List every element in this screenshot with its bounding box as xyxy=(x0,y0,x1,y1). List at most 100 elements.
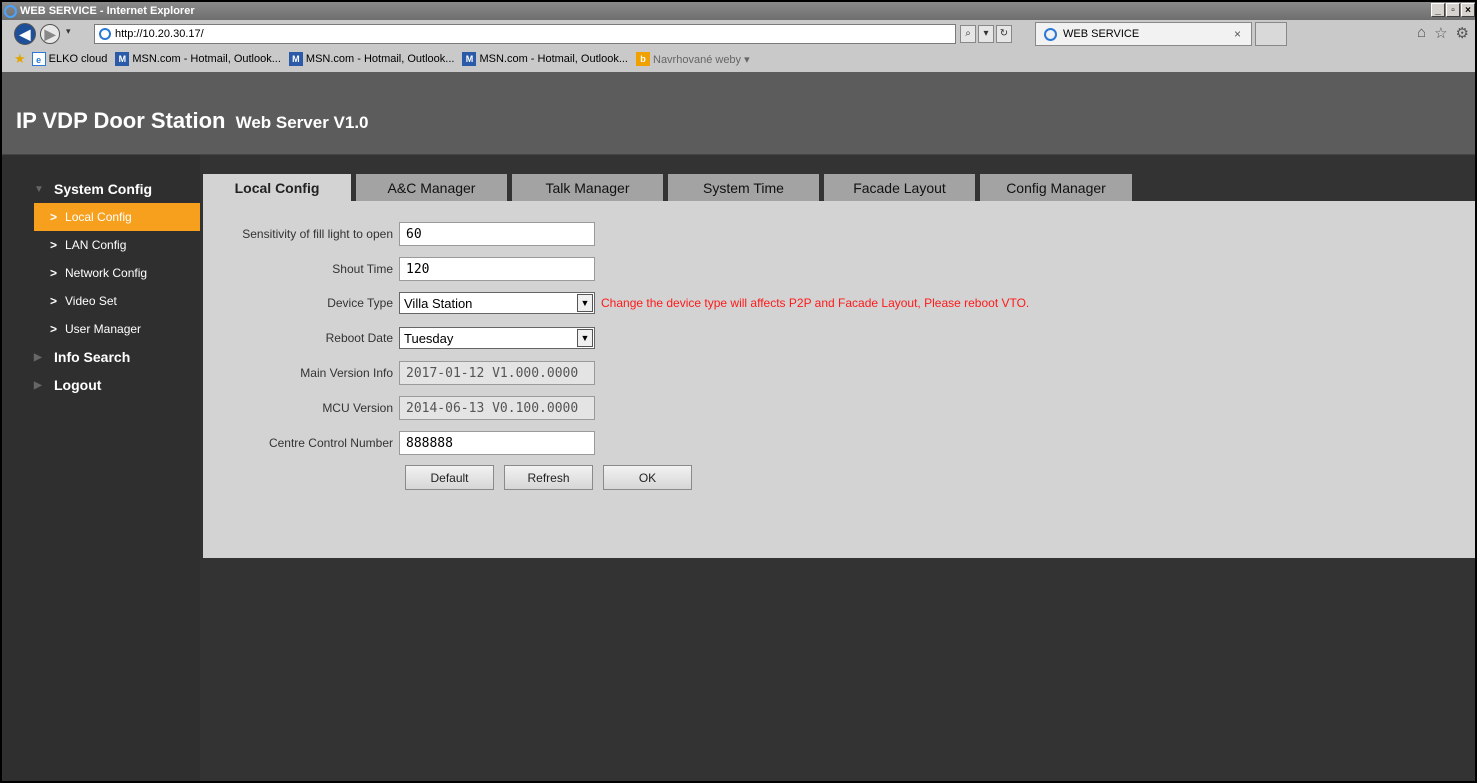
tab-local-config[interactable]: Local Config xyxy=(203,174,351,201)
window-titlebar: WEB SERVICE - Internet Explorer _ ▫ × xyxy=(2,2,1475,20)
msn-icon: M xyxy=(288,52,303,66)
menu-info-search[interactable]: ▶ Info Search xyxy=(2,343,200,371)
sidebar-item-label: LAN Config xyxy=(65,238,127,252)
search-icon[interactable]: ⌕ xyxy=(960,25,976,43)
expanded-triangle-icon: ▼ xyxy=(34,183,44,195)
bing-icon: b xyxy=(636,52,650,66)
tab-talk-manager[interactable]: Talk Manager xyxy=(512,174,663,201)
favorite-msn-2[interactable]: M MSN.com - Hotmail, Outlook... xyxy=(288,52,455,66)
row-mcu-version: MCU Version 2014-06-13 V0.100.0000 xyxy=(203,396,595,420)
menu-logout[interactable]: ▶ Logout xyxy=(2,371,200,399)
reboot-date-label: Reboot Date xyxy=(325,331,393,345)
home-icon[interactable]: ⌂ xyxy=(1417,24,1426,42)
menu-label: Info Search xyxy=(54,349,131,365)
browser-window: WEB SERVICE - Internet Explorer _ ▫ × ◀ … xyxy=(0,0,1477,783)
chevron-right-icon: > xyxy=(50,210,58,224)
favorite-label: Navrhované weby ▾ xyxy=(653,53,750,66)
favorite-label: MSN.com - Hotmail, Outlook... xyxy=(132,53,281,65)
sidebar-item-video-set[interactable]: > Video Set xyxy=(34,287,200,315)
app-title: IP VDP Door Station Web Server V1.0 xyxy=(16,108,369,134)
device-type-select[interactable]: Villa Station ▼ xyxy=(399,292,595,314)
row-shout-time: Shout Time 120 xyxy=(203,257,595,281)
tab-config-manager[interactable]: Config Manager xyxy=(980,174,1132,201)
favorites-bar: ★ e ELKO cloud M MSN.com - Hotmail, Outl… xyxy=(2,48,1475,70)
tab-system-time[interactable]: System Time xyxy=(668,174,819,201)
app-subtitle: Web Server V1.0 xyxy=(235,113,369,132)
collapsed-triangle-icon: ▶ xyxy=(34,351,42,363)
form-buttons: Default Refresh OK xyxy=(405,465,692,490)
tab-ac-manager[interactable]: A&C Manager xyxy=(356,174,507,201)
chevron-down-icon[interactable]: ▼ xyxy=(577,329,593,347)
default-button[interactable]: Default xyxy=(405,465,494,490)
close-window-button[interactable]: × xyxy=(1461,3,1475,17)
chevron-right-icon: > xyxy=(50,322,58,336)
sidebar-item-label: Network Config xyxy=(65,266,148,280)
collapsed-triangle-icon: ▶ xyxy=(34,379,42,391)
row-main-version: Main Version Info 2017-01-12 V1.000.0000 xyxy=(203,361,595,385)
new-tab-button[interactable] xyxy=(1255,22,1287,46)
main-version-label: Main Version Info xyxy=(300,366,393,380)
menu-system-config[interactable]: ▼ System Config xyxy=(2,175,200,203)
browser-toolbar: ◀ ▶ ▾ http://10.20.30.17/ ⌕ ▾ ↻ WEB SERV… xyxy=(2,20,1475,72)
sensitivity-label: Sensitivity of fill light to open xyxy=(242,227,393,241)
favorite-label: ELKO cloud xyxy=(48,53,108,65)
reboot-date-value: Tuesday xyxy=(404,330,454,346)
forward-button[interactable]: ▶ xyxy=(40,24,60,44)
mcu-version-field: 2014-06-13 V0.100.0000 xyxy=(399,396,595,420)
centre-number-input[interactable]: 888888 xyxy=(399,431,595,455)
ie-logo-icon xyxy=(4,4,17,18)
tab-ie-icon xyxy=(1044,27,1057,41)
address-dropdown-icon[interactable]: ▾ xyxy=(978,25,994,43)
main-version-field: 2017-01-12 V1.000.0000 xyxy=(399,361,595,385)
app-header: IP VDP Door Station Web Server V1.0 xyxy=(2,72,1475,155)
favorite-msn-1[interactable]: M MSN.com - Hotmail, Outlook... xyxy=(115,52,281,66)
settings-gear-icon[interactable]: ⚙ xyxy=(1456,24,1469,42)
favorite-label: MSN.com - Hotmail, Outlook... xyxy=(305,53,455,65)
tab-close-icon[interactable]: × xyxy=(1234,27,1241,41)
maximize-button[interactable]: ▫ xyxy=(1446,3,1460,17)
sidebar-item-lan-config[interactable]: > LAN Config xyxy=(34,231,200,259)
page-ie-icon xyxy=(99,28,111,40)
device-type-warning: Change the device type will affects P2P … xyxy=(601,296,1030,310)
row-centre-number: Centre Control Number 888888 xyxy=(203,431,595,455)
row-reboot-date: Reboot Date Tuesday ▼ xyxy=(203,327,595,349)
minimize-button[interactable]: _ xyxy=(1431,3,1445,17)
sidebar-item-user-manager[interactable]: > User Manager xyxy=(34,315,200,343)
url-text[interactable]: http://10.20.30.17/ xyxy=(115,28,204,40)
favorite-label: MSN.com - Hotmail, Outlook... xyxy=(479,53,628,65)
sensitivity-input[interactable]: 60 xyxy=(399,222,595,246)
sidebar-item-network-config[interactable]: > Network Config xyxy=(34,259,200,287)
favorite-msn-3[interactable]: M MSN.com - Hotmail, Outlook... xyxy=(462,52,628,66)
chevron-right-icon: > xyxy=(50,238,58,252)
address-bar[interactable]: http://10.20.30.17/ xyxy=(94,24,956,44)
shout-time-label: Shout Time xyxy=(332,262,393,276)
sidebar-item-label: Local Config xyxy=(65,210,132,224)
back-button[interactable]: ◀ xyxy=(14,23,36,45)
favorites-star-icon[interactable]: ★ xyxy=(14,51,26,67)
sidebar-item-local-config[interactable]: > Local Config xyxy=(34,203,200,231)
device-type-value: Villa Station xyxy=(404,295,473,311)
sidebar: ▼ System Config > Local Config > LAN Con… xyxy=(2,155,200,781)
msn-icon: M xyxy=(462,52,477,66)
sidebar-item-label: Video Set xyxy=(65,294,117,308)
chevron-right-icon: > xyxy=(50,294,58,308)
msn-icon: M xyxy=(115,52,130,66)
favorite-elko-cloud[interactable]: e ELKO cloud xyxy=(31,52,108,66)
ok-button[interactable]: OK xyxy=(603,465,692,490)
chevron-down-icon[interactable]: ▼ xyxy=(577,294,593,312)
refresh-icon[interactable]: ↻ xyxy=(996,25,1012,43)
row-device-type: Device Type Villa Station ▼ Change the d… xyxy=(203,292,1029,314)
chevron-right-icon: > xyxy=(50,266,58,280)
favorites-star-icon[interactable]: ☆ xyxy=(1434,24,1447,42)
favorite-suggested-sites[interactable]: b Navrhované weby ▾ xyxy=(636,52,750,66)
tab-facade-layout[interactable]: Facade Layout xyxy=(824,174,975,201)
row-sensitivity: Sensitivity of fill light to open 60 xyxy=(203,222,595,246)
mcu-version-label: MCU Version xyxy=(322,401,393,415)
tab-title[interactable]: WEB SERVICE xyxy=(1063,28,1139,40)
refresh-button[interactable]: Refresh xyxy=(504,465,593,490)
browser-tab[interactable]: WEB SERVICE × xyxy=(1035,22,1252,46)
menu-label: System Config xyxy=(54,181,153,197)
history-dropdown-icon[interactable]: ▾ xyxy=(66,26,71,37)
shout-time-input[interactable]: 120 xyxy=(399,257,595,281)
reboot-date-select[interactable]: Tuesday ▼ xyxy=(399,327,595,349)
